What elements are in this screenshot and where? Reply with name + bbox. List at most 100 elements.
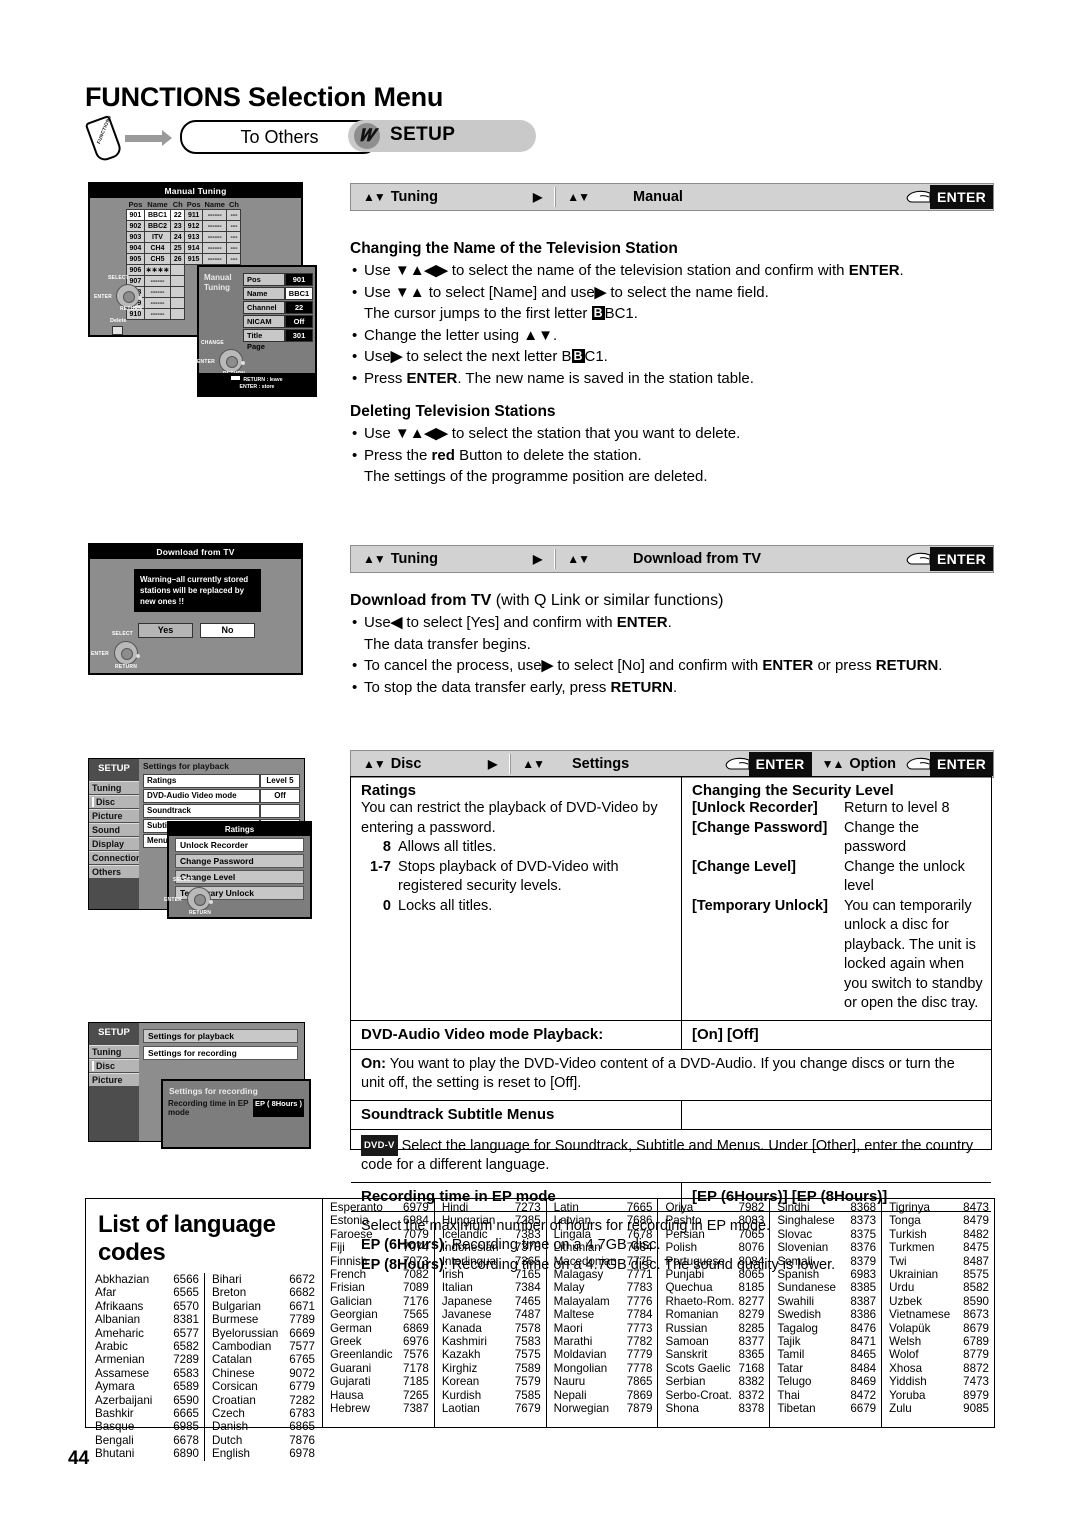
navbar-disc-seg2[interactable]: ▲▼ Settings — [510, 751, 710, 777]
sidebar-item-picture[interactable]: Picture — [89, 1073, 139, 1086]
updown-arrows-icon-5: ▲▼ — [363, 757, 386, 771]
language-row: Icelandic 7383 — [441, 1227, 541, 1241]
changing-name-bullet-5: Press ENTER. The new name is saved in th… — [350, 369, 995, 390]
recording-popup-row[interactable]: Recording time in EP mode EP ( 8Hours ) — [168, 1099, 304, 1117]
changing-name-bullet-3: Change the letter using ▲▼. — [350, 326, 995, 347]
language-row: Oriya 7982 — [665, 1201, 765, 1214]
language-row: Turkish 8482 — [889, 1227, 989, 1241]
language-row: German 6869 — [330, 1321, 429, 1335]
sidebar-item-disc[interactable]: Disc — [89, 1059, 139, 1072]
language-row: Greek 6976 — [330, 1335, 429, 1349]
language-row: Afrikaans 6570 — [95, 1299, 199, 1313]
setup-rec-item-1-wrap[interactable]: Settings for playback — [143, 1029, 298, 1043]
sidebar-item-connection[interactable]: Connection — [89, 851, 142, 864]
setup-row[interactable]: Ratings Level 5 — [143, 774, 300, 788]
language-row: Spanish 6983 — [777, 1268, 877, 1282]
navbar-disc-seg1[interactable]: ▲▼ Disc — [351, 751, 476, 777]
setup-rec-item-2-wrap[interactable]: Settings for recording — [143, 1046, 298, 1060]
language-row: Korean 7579 — [441, 1375, 541, 1389]
panel-field[interactable]: Name BBC1 — [243, 287, 313, 300]
language-row: Rhaeto-Rom. 8277 — [665, 1294, 765, 1308]
language-row: Danish 6865 — [211, 1420, 315, 1434]
language-column-7: Tigrinya 8473 Tonga 8479 Turkish 8482 Turkmen 8… — [882, 1199, 994, 1427]
language-row: Ameharic 6577 — [95, 1326, 199, 1340]
dvd-audio-on-key: On: — [361, 1055, 386, 1072]
language-row: Macedonian 7775 — [553, 1254, 653, 1268]
language-row: Nepali 7869 — [553, 1388, 653, 1402]
changing-name-heading: Changing the Name of the Television Stat… — [350, 240, 678, 257]
navbar-manual-seg2[interactable]: ▲▼ Manual — [555, 184, 906, 210]
change-label: CHANGE — [201, 340, 224, 346]
download-no-button[interactable]: No — [200, 623, 255, 638]
panel-field[interactable]: Pos 901 — [243, 273, 313, 286]
enter-button-disc-1[interactable]: ENTER — [748, 752, 812, 776]
language-row: Pashto 8083 — [665, 1214, 765, 1228]
osd-manual-tuning-title: Manual Tuning — [90, 184, 301, 198]
manual-page: FUNCTIONS Selection Menu FUNCTIONS To Ot… — [0, 0, 1080, 1514]
sidebar-item-tuning[interactable]: Tuning — [89, 781, 139, 794]
panel-field[interactable]: Title Page 301 — [243, 329, 313, 351]
language-row: Hindi 7273 — [441, 1201, 541, 1214]
language-row: Volapük 8679 — [889, 1321, 989, 1335]
sidebar-item-sound[interactable]: Sound — [89, 823, 139, 836]
security-item-row: [Change Level] Change the unlock level — [692, 858, 965, 895]
sidebar-item-picture[interactable]: Picture — [89, 809, 139, 822]
del-b1-arrows: ▼▲◀▶ — [394, 425, 448, 442]
language-row: Galician 7176 — [330, 1294, 429, 1308]
download-heading-bold: Download from TV — [350, 592, 492, 609]
deleting-bullet-2: Press the red Button to delete the stati… — [350, 446, 995, 467]
navbar-download-seg2[interactable]: ▲▼ Download from TV — [555, 546, 906, 572]
setup-sidebar-title-2: SETUP — [98, 1027, 130, 1038]
language-row: Cambodian 7577 — [211, 1340, 315, 1354]
sidebar-item-others[interactable]: Others — [89, 865, 139, 878]
table-row: 901 BBC1 22 911 ------ --- — [126, 209, 242, 221]
security-cell: Changing the Security Level [Unlock Reco… — [681, 777, 991, 1020]
language-row: Gujarati 7185 — [330, 1375, 429, 1389]
language-row: Welsh 6789 — [889, 1335, 989, 1349]
dl-b1-mid: to select [Yes] and confirm with — [406, 614, 613, 631]
panel-field[interactable]: NICAM Off — [243, 315, 313, 328]
navbar-manual-seg1[interactable]: ▲▼ Tuning — [351, 184, 521, 210]
setup-row[interactable]: Soundtrack — [143, 804, 300, 818]
table-row: 903 ITV 24 913 ------ --- — [126, 231, 242, 243]
enter-button-manual[interactable]: ENTER — [930, 185, 993, 209]
navbar-manual-label2: Manual — [633, 189, 683, 205]
language-row: Singhalese 8373 — [777, 1214, 877, 1228]
sidebar-item-display[interactable]: Display — [89, 837, 139, 850]
functions-button-icon: FUNCTIONS — [84, 114, 124, 164]
language-row: Tibetan 6679 — [777, 1402, 877, 1416]
language-row: Swahili 8387 — [777, 1294, 877, 1308]
language-row: Punjabi 8065 — [665, 1268, 765, 1282]
navbar-disc-seg3[interactable]: ▼▲ Option — [812, 751, 906, 777]
sidebar-item-disc[interactable]: Disc — [89, 795, 139, 808]
recording-popup-row-value: EP ( 8Hours ) — [253, 1099, 304, 1117]
sidebar-item-tuning[interactable]: Tuning — [89, 1045, 139, 1058]
setup-row[interactable]: DVD-Audio Video mode PlaybackOff — [143, 789, 300, 812]
language-row: Mongolian 7778 — [553, 1361, 653, 1375]
language-row: Telugo 8469 — [777, 1375, 877, 1389]
ratings-popup-item[interactable]: Change Password — [175, 854, 304, 868]
b1-text: to select the name of the television sta… — [451, 262, 845, 279]
language-column-4: Latin 7665 Latvian 7686 Lingala 7678 Lithunian… — [547, 1199, 659, 1427]
letter-cursor-badge-1: B — [591, 306, 605, 320]
enter-button-disc-2[interactable]: ENTER — [930, 752, 993, 776]
enter-button-download[interactable]: ENTER — [930, 547, 993, 571]
panel-field[interactable]: Channel 22 — [243, 301, 313, 314]
ratings-popup-item[interactable]: Unlock Recorder — [175, 838, 304, 852]
navbar-download: ▲▼ Tuning ▶ ▲▼ Download from TV ENTER — [350, 545, 994, 573]
navbar-download-label1: Tuning — [390, 551, 439, 567]
language-row: Uzbek 8590 — [889, 1294, 989, 1308]
language-row: Arabic 6582 — [95, 1340, 199, 1354]
language-column-2: Esperanto 6979 Estonia 6984 Faroese 7079 Fiji 7… — [323, 1199, 435, 1427]
del-b1-end: to select the station that you want to d… — [451, 425, 741, 442]
dl-b2-mid: to select [No] and confirm with — [557, 657, 759, 674]
navbar-download-seg1[interactable]: ▲▼ Tuning — [351, 546, 521, 572]
b2-mid: to select [Name] and use — [428, 283, 595, 301]
language-row: Marathi 7782 — [553, 1335, 653, 1349]
security-heading: Changing the Security Level — [692, 782, 894, 799]
security-item-row: [Temporary Unlock] You can temporarily un… — [692, 897, 983, 1012]
changing-name-bullet-2-cont: The cursor jumps to the first letter B BC… — [350, 304, 995, 325]
panel-footer-2: ENTER : store — [239, 384, 275, 390]
language-row: Bhutani 6890 — [95, 1447, 199, 1461]
breadcrumb-step-setup[interactable]: 𝑾 SETUP — [348, 120, 536, 152]
